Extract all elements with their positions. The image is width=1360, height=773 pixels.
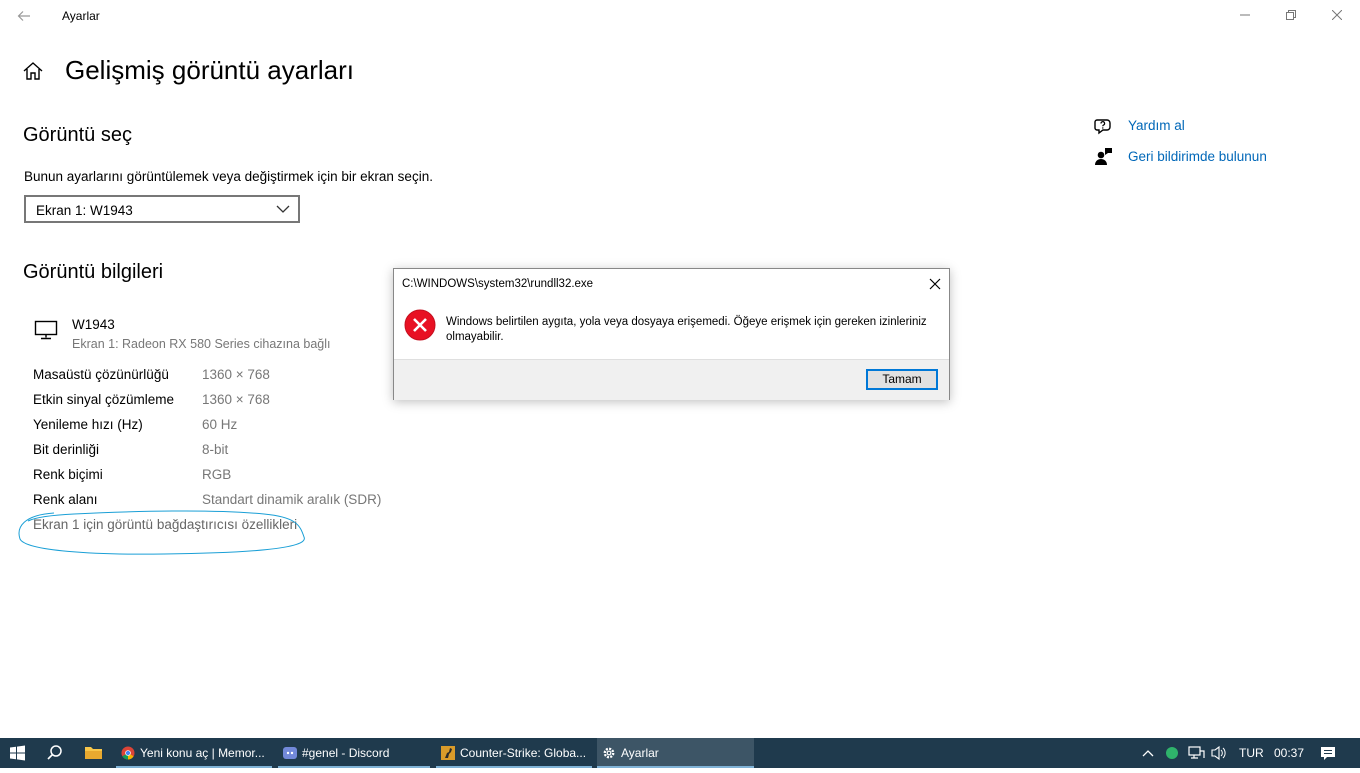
taskbar-app-label: Counter-Strike: Globa... bbox=[460, 746, 587, 760]
taskbar: Yeni konu aç | Memor... #genel - Discord… bbox=[0, 738, 1360, 768]
file-explorer-icon[interactable] bbox=[76, 738, 110, 768]
taskbar-app-chrome[interactable]: Yeni konu aç | Memor... bbox=[116, 738, 272, 768]
info-value: 8-bit bbox=[202, 442, 229, 457]
info-label: Etkin sinyal çözümleme bbox=[33, 392, 175, 407]
window-title: Ayarlar bbox=[62, 9, 100, 23]
network-icon[interactable] bbox=[1186, 738, 1206, 768]
taskbar-app-label: #genel - Discord bbox=[302, 746, 390, 760]
info-label: Bit derinliği bbox=[33, 442, 100, 457]
info-value: 60 Hz bbox=[202, 417, 238, 432]
ok-button[interactable]: Tamam bbox=[866, 369, 938, 390]
info-label: Yenileme hızı (Hz) bbox=[33, 417, 143, 432]
clock[interactable]: 00:37 bbox=[1274, 746, 1304, 760]
help-link[interactable]: Yardım al bbox=[1128, 118, 1185, 133]
taskbar-app-settings[interactable]: Ayarlar bbox=[597, 738, 754, 768]
display-select-value: Ekran 1: W1943 bbox=[36, 203, 133, 218]
monitor-name: W1943 bbox=[72, 317, 115, 332]
monitor-icon bbox=[34, 320, 60, 340]
info-value: RGB bbox=[202, 467, 232, 482]
select-display-description: Bunun ayarlarını görüntülemek veya değiş… bbox=[24, 169, 433, 184]
taskbar-app-discord[interactable]: #genel - Discord bbox=[278, 738, 430, 768]
discord-icon bbox=[283, 746, 297, 760]
help-chat-icon bbox=[1094, 116, 1114, 136]
feedback-link[interactable]: Geri bildirimde bulunun bbox=[1128, 149, 1267, 164]
close-button[interactable] bbox=[1314, 0, 1360, 32]
dialog-message: Windows belirtilen aygıta, yola veya dos… bbox=[446, 316, 927, 343]
error-icon bbox=[404, 309, 436, 341]
display-info-heading: Görüntü bilgileri bbox=[23, 261, 164, 283]
volume-icon[interactable] bbox=[1210, 738, 1228, 768]
info-label: Masaüstü çözünürlüğü bbox=[33, 367, 169, 382]
info-value: 1360 × 768 bbox=[202, 392, 270, 407]
tray-app-icon[interactable] bbox=[1163, 738, 1181, 768]
language-indicator[interactable]: TUR bbox=[1239, 746, 1264, 760]
dialog-footer: Tamam bbox=[394, 359, 949, 400]
dialog-close-icon[interactable] bbox=[924, 273, 946, 295]
chrome-icon bbox=[121, 746, 135, 760]
home-icon[interactable] bbox=[22, 60, 46, 84]
info-label: Renk biçimi bbox=[33, 467, 103, 482]
monitor-connection: Ekran 1: Radeon RX 580 Series cihazına b… bbox=[72, 337, 331, 351]
taskbar-app-label: Yeni konu aç | Memor... bbox=[140, 746, 265, 760]
chevron-up-icon[interactable] bbox=[1140, 738, 1156, 768]
restore-button[interactable] bbox=[1268, 0, 1314, 32]
dialog-title: C:\WINDOWS\system32\rundll32.exe bbox=[402, 278, 594, 290]
error-dialog: C:\WINDOWS\system32\rundll32.exe Windows… bbox=[393, 268, 950, 400]
back-arrow-icon[interactable] bbox=[12, 4, 36, 28]
csgo-icon bbox=[441, 746, 455, 760]
search-icon[interactable] bbox=[36, 738, 72, 768]
taskbar-app-label: Ayarlar bbox=[621, 746, 659, 760]
minimize-button[interactable] bbox=[1222, 0, 1268, 32]
gear-icon bbox=[602, 746, 616, 760]
hand-drawn-circle-annotation bbox=[18, 510, 305, 555]
windows-start-icon[interactable] bbox=[0, 738, 36, 768]
info-value: 1360 × 768 bbox=[202, 367, 270, 382]
feedback-icon bbox=[1094, 147, 1114, 167]
chevron-down-icon bbox=[276, 202, 290, 216]
select-display-heading: Görüntü seç bbox=[23, 124, 132, 146]
page-title: Gelişmiş görüntü ayarları bbox=[65, 55, 354, 85]
display-select[interactable]: Ekran 1: W1943 bbox=[24, 195, 300, 223]
title-bar: Ayarlar bbox=[0, 0, 1360, 32]
taskbar-app-csgo[interactable]: Counter-Strike: Globa... bbox=[436, 738, 592, 768]
action-center-icon[interactable] bbox=[1316, 738, 1340, 768]
